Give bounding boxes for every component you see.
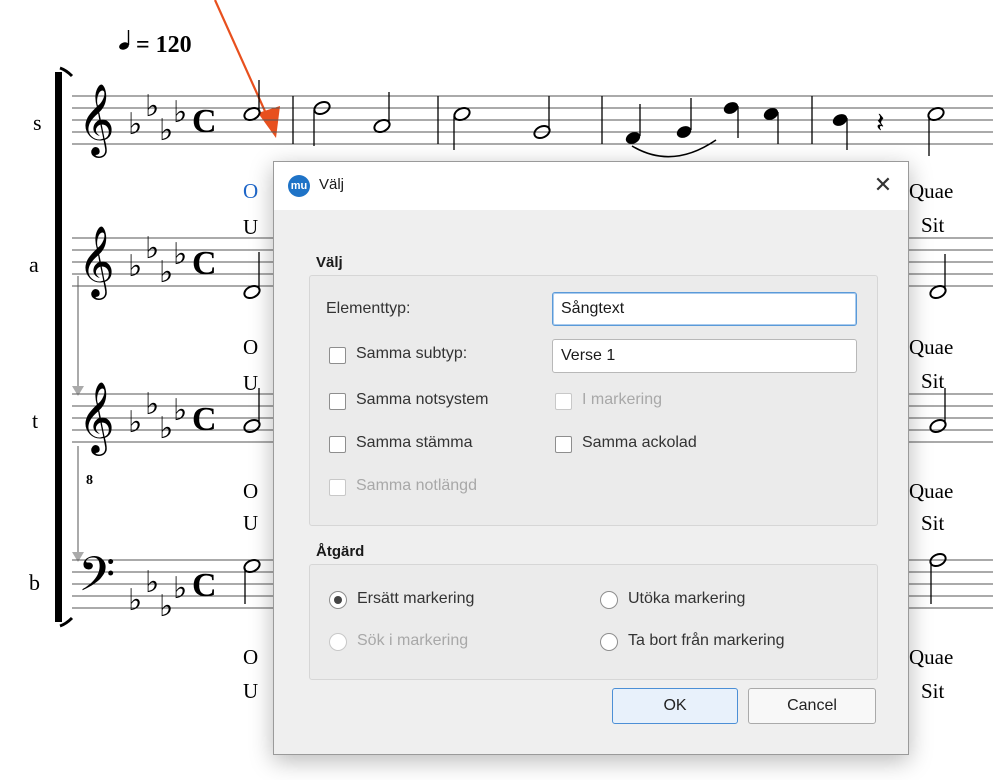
staff-label-a: a [29, 252, 39, 277]
dialog-title: Välj [319, 176, 345, 193]
svg-text:♭: ♭ [159, 256, 173, 289]
staff-signatures: 𝄞 𝄞 𝄞 8 𝄢 ♭♭♭♭ ♭♭♭♭ ♭♭♭♭ ♭♭♭♭ CCCC [78, 84, 217, 623]
svg-text:C: C [192, 567, 217, 604]
bass-clef-icon: 𝄢 [78, 548, 115, 613]
staff-label-b: b [29, 570, 40, 595]
element-type-field[interactable]: Sångtext [552, 292, 857, 326]
svg-text:♭: ♭ [128, 584, 142, 617]
staff-label-s: s [33, 110, 42, 135]
replace-selection-radio[interactable] [329, 591, 347, 609]
annotation-arrow [213, 0, 280, 138]
lyric-syllable[interactable]: U [243, 511, 258, 535]
svg-text:♭: ♭ [173, 572, 187, 605]
soprano-measures: 𝄽 [292, 92, 945, 158]
svg-text:C: C [192, 245, 217, 282]
dialog-titlebar[interactable]: mu Välj ✕ [274, 162, 908, 210]
same-staff-label: Samma notsystem [356, 391, 489, 408]
staff-label-t: t [32, 408, 38, 433]
svg-text:♭: ♭ [128, 250, 142, 283]
replace-selection-label: Ersätt markering [357, 590, 475, 607]
svg-text:♭: ♭ [145, 90, 159, 123]
search-in-selection-radio[interactable] [329, 633, 347, 651]
action-group-label: Åtgärd [316, 543, 369, 560]
remove-from-selection-radio[interactable] [600, 633, 618, 651]
search-in-selection-label: Sök i markering [357, 632, 469, 649]
treble-8-clef-icon: 𝄞 [78, 382, 115, 456]
in-selection-checkbox[interactable] [555, 393, 572, 410]
musescore-icon: mu [288, 175, 310, 197]
same-subtype-field[interactable]: Verse 1 [552, 339, 857, 373]
lyric-syllable[interactable]: U [243, 679, 258, 703]
lyric-word[interactable]: Sit [921, 213, 945, 237]
svg-text:♭: ♭ [145, 566, 159, 599]
lyric-word[interactable]: Quae [909, 335, 953, 359]
same-staff-checkbox[interactable] [329, 393, 346, 410]
same-duration-label: Samma notlängd [356, 477, 477, 494]
lyrics-right: Quae Sit Quae Sit Quae Sit Quae Sit [909, 179, 953, 703]
lyric-syllable[interactable]: U [243, 215, 258, 239]
lyric-word[interactable]: Quae [909, 179, 953, 203]
select-dialog: mu Välj ✕ Välj Elementtyp: Sångtext Samm… [273, 161, 909, 755]
lyric-syllable-selected[interactable]: O [243, 179, 258, 203]
in-selection-label: I markering [582, 391, 663, 408]
lyric-word[interactable]: Sit [921, 369, 945, 393]
tempo-text: = 120 [136, 32, 192, 58]
lyric-syllable[interactable]: U [243, 371, 258, 395]
add-to-selection-label: Utöka markering [628, 590, 746, 607]
octave-mark-icon: 8 [86, 473, 93, 488]
same-voice-label: Samma stämma [356, 434, 473, 451]
same-subtype-checkbox[interactable] [329, 347, 346, 364]
select-group-label: Välj [316, 254, 347, 271]
svg-text:♭: ♭ [159, 114, 173, 147]
svg-text:♭: ♭ [128, 108, 142, 141]
svg-text:C: C [192, 401, 217, 438]
tempo-marking: = 120 [119, 30, 192, 58]
treble-clef-icon: 𝄞 [78, 226, 115, 300]
same-system-checkbox[interactable] [555, 436, 572, 453]
same-voice-checkbox[interactable] [329, 436, 346, 453]
action-group [309, 564, 878, 680]
add-to-selection-radio[interactable] [600, 591, 618, 609]
same-duration-checkbox[interactable] [329, 479, 346, 496]
lyric-word[interactable]: Quae [909, 645, 953, 669]
lyrics-left: O U O U O U O U [243, 179, 258, 703]
lyric-word[interactable]: Sit [921, 679, 945, 703]
cancel-button[interactable]: Cancel [748, 688, 876, 724]
lyric-syllable[interactable]: O [243, 479, 258, 503]
same-system-label: Samma ackolad [582, 434, 697, 451]
svg-text:♭: ♭ [128, 406, 142, 439]
remove-from-selection-label: Ta bort från markering [628, 632, 785, 649]
svg-text:♭: ♭ [145, 388, 159, 421]
element-type-label: Elementtyp: [326, 300, 411, 317]
svg-text:C: C [192, 103, 217, 140]
key-signature-flats: ♭♭♭♭ ♭♭♭♭ ♭♭♭♭ ♭♭♭♭ [128, 90, 187, 623]
same-subtype-label: Samma subtyp: [356, 345, 468, 362]
svg-text:♭: ♭ [159, 412, 173, 445]
lyric-syllable[interactable]: O [243, 645, 258, 669]
right-notes [929, 254, 947, 604]
common-time-icon: C C C C [192, 103, 217, 604]
lyric-word[interactable]: Sit [921, 511, 945, 535]
svg-text:♭: ♭ [173, 394, 187, 427]
ok-button[interactable]: OK [612, 688, 738, 724]
close-icon[interactable]: ✕ [868, 170, 898, 200]
lyric-word[interactable]: Quae [909, 479, 953, 503]
lyric-syllable[interactable]: O [243, 335, 258, 359]
treble-clef-icon: 𝄞 [78, 84, 115, 158]
quarter-rest-icon: 𝄽 [876, 108, 885, 139]
svg-text:♭: ♭ [145, 232, 159, 265]
svg-text:♭: ♭ [159, 590, 173, 623]
svg-text:♭: ♭ [173, 96, 187, 129]
svg-text:♭: ♭ [173, 238, 187, 271]
